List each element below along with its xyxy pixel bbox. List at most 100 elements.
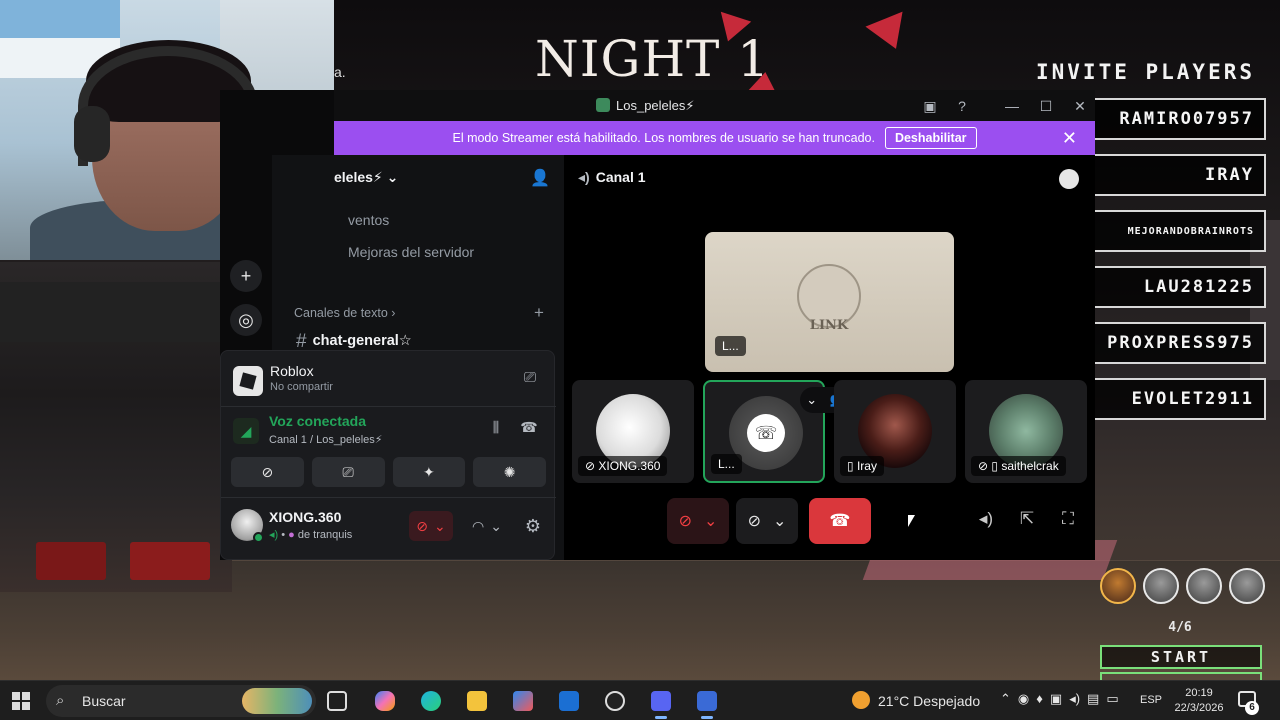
- start-button[interactable]: START: [1100, 645, 1262, 669]
- chevron-down-icon[interactable]: ⌄: [773, 511, 786, 531]
- server-name-text: eleles⚡: [334, 169, 383, 185]
- player-slot[interactable]: MEJORANDOBRAINROTS: [1094, 210, 1266, 252]
- disconnect-icon[interactable]: ☎: [518, 419, 540, 439]
- voice-channel[interactable]: Canal 1 / Los_peleles⚡: [269, 433, 383, 446]
- chevron-down-icon[interactable]: ⌄: [704, 511, 717, 531]
- camera-toggle-button[interactable]: ⊘ ⌄: [736, 498, 798, 544]
- player-slot[interactable]: RAMIRO07957: [1094, 98, 1266, 140]
- participant-label: ▯ Iray: [840, 456, 884, 476]
- voice-status[interactable]: Voz conectada: [269, 413, 366, 429]
- disable-streamer-button[interactable]: Deshabilitar: [884, 127, 977, 149]
- username[interactable]: XIONG.360: [269, 509, 341, 525]
- flag-stripe: [0, 0, 120, 38]
- deafen-button[interactable]: ◠ ⌄: [467, 511, 507, 541]
- participant-name: XIONG.360: [598, 459, 661, 473]
- inbox-icon[interactable]: ▣: [920, 96, 940, 116]
- clock[interactable]: 20:19 22/3/2026: [1172, 686, 1226, 716]
- activities-button[interactable]: ✦: [392, 457, 466, 487]
- player-slot[interactable]: EVOLET2911: [1094, 378, 1266, 420]
- fullscreen-icon[interactable]: ⛶: [1056, 509, 1080, 533]
- network-tray-icon[interactable]: ▤: [1087, 691, 1099, 707]
- soundboard-button[interactable]: ✺: [473, 457, 546, 487]
- close-window-button[interactable]: ✕: [1070, 96, 1090, 116]
- avatar-shoe-left: [36, 542, 106, 580]
- compass-icon[interactable]: ◎: [230, 304, 262, 336]
- mobile-icon: ▯: [847, 459, 854, 473]
- share-screen-button[interactable]: ⎚: [311, 457, 385, 487]
- participant-label: ⊘ XIONG.360: [578, 456, 668, 476]
- store-icon[interactable]: [508, 686, 538, 716]
- mic-toggle-button[interactable]: ⊘ ⌄: [667, 498, 729, 544]
- mic-tray-icon[interactable]: ♦: [1036, 691, 1043, 707]
- chevron-up-icon[interactable]: ⌃: [1000, 691, 1011, 707]
- volume-tray-icon[interactable]: ◂): [1069, 691, 1080, 707]
- camera-off-icon: ⊘: [747, 513, 761, 530]
- camera-off-button[interactable]: ⊘: [231, 457, 304, 487]
- events-item[interactable]: ventos: [348, 212, 389, 228]
- screen-tray-icon[interactable]: ▣: [1050, 691, 1062, 707]
- banner-text: El modo Streamer está habilitado. Los no…: [452, 131, 875, 145]
- obs-icon[interactable]: [600, 686, 630, 716]
- windows-start-icon[interactable]: [12, 692, 30, 710]
- chat-bubble-icon[interactable]: [1059, 169, 1079, 189]
- voice-actions: ⊘ ⎚ ✦ ✺: [231, 457, 546, 487]
- signal-icon[interactable]: ◢: [233, 418, 259, 444]
- activity-row: Roblox No compartir ⎚: [233, 361, 543, 401]
- language-indicator[interactable]: ESP: [1140, 694, 1162, 706]
- noise-suppression-icon[interactable]: ⫼: [485, 419, 507, 439]
- add-server-icon[interactable]: +: [230, 260, 262, 292]
- edge-icon[interactable]: [416, 686, 446, 716]
- window-title-text: Los_peleles⚡: [616, 98, 695, 113]
- voice-connection: ◢ Voz conectada Canal 1 / Los_peleles⚡ ⫼…: [233, 413, 543, 449]
- maximize-button[interactable]: ☐: [1036, 96, 1056, 116]
- player-list: RAMIRO07957 IRAY MEJORANDOBRAINROTS LAU2…: [1094, 98, 1266, 434]
- participant-tile[interactable]: ▯ Iray: [834, 380, 956, 483]
- participant-tile[interactable]: ⊘ XIONG.360: [572, 380, 694, 483]
- pop-out-icon[interactable]: ⇱: [1015, 509, 1039, 533]
- gear-icon[interactable]: ⚙: [519, 511, 547, 541]
- task-view-icon[interactable]: [322, 686, 352, 716]
- weather-sun-icon: [852, 691, 870, 709]
- discord-taskbar-icon[interactable]: [646, 686, 676, 719]
- add-channel-icon[interactable]: +: [534, 303, 544, 323]
- volume-icon[interactable]: ◂): [974, 509, 998, 533]
- taskbar-search[interactable]: ⌕ Buscar: [46, 685, 316, 717]
- stream-label: L...: [715, 336, 746, 356]
- search-icon: ⌕: [56, 692, 65, 709]
- add-member-icon[interactable]: 👤: [530, 168, 552, 188]
- roblox-taskbar-icon[interactable]: [692, 686, 722, 719]
- copilot-icon[interactable]: [370, 686, 400, 716]
- chevron-down-icon[interactable]: ⌄: [434, 518, 446, 535]
- speaker-icon: ◂): [269, 529, 279, 541]
- mail-icon[interactable]: [554, 686, 584, 716]
- stage-logo-text: LINK: [809, 318, 849, 333]
- lobby-avatar: [1186, 568, 1222, 604]
- player-slot[interactable]: IRAY: [1094, 154, 1266, 196]
- participant-tile[interactable]: ⊘ ▯ saithelcrak: [965, 380, 1087, 483]
- server-rail: + ◎: [220, 260, 272, 355]
- minimize-button[interactable]: —: [1002, 96, 1022, 116]
- phone-icon: ☏: [747, 414, 785, 452]
- close-icon[interactable]: ✕: [1062, 128, 1077, 149]
- focused-stream[interactable]: LINK L...: [705, 232, 954, 372]
- chevron-down-icon[interactable]: ⌄: [490, 518, 502, 535]
- battery-tray-icon[interactable]: ▭: [1106, 691, 1118, 707]
- camera-tray-icon[interactable]: ◉: [1018, 691, 1029, 707]
- weather-text: 21°C Despejado: [878, 693, 981, 709]
- player-slot[interactable]: LAU281225: [1094, 266, 1266, 308]
- help-icon[interactable]: ?: [952, 96, 972, 116]
- window-title: Los_peleles⚡: [596, 98, 695, 114]
- headphone-cup: [74, 106, 110, 162]
- player-slot[interactable]: PROXPRESS975: [1094, 322, 1266, 364]
- avatar-shoe-right: [130, 542, 210, 580]
- weather-widget[interactable]: 21°C Despejado: [852, 691, 980, 709]
- server-boosts-item[interactable]: Mejoras del servidor: [348, 244, 474, 260]
- screen-share-icon[interactable]: ⎚: [519, 369, 541, 391]
- leave-call-button[interactable]: ☎: [809, 498, 871, 544]
- search-highlight-image[interactable]: [242, 688, 312, 714]
- file-explorer-icon[interactable]: [462, 686, 492, 716]
- chevron-down-icon[interactable]: ⌄: [806, 392, 817, 408]
- mute-mic-button[interactable]: ⊘ ⌄: [409, 511, 453, 541]
- text-channels-category[interactable]: Canales de texto ›: [294, 306, 395, 320]
- server-name[interactable]: eleles⚡ ⌄: [334, 169, 398, 186]
